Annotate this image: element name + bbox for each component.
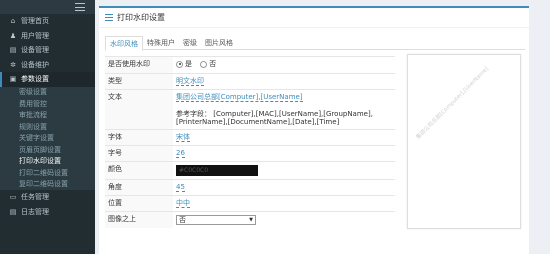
text-reference-fields: 参考字段： [Computer],[MAC],[UserName],[Group… bbox=[176, 109, 373, 126]
task-icon: ▭ bbox=[9, 193, 17, 202]
font-label: 字体 bbox=[105, 128, 173, 145]
tab-security-level[interactable]: 密级 bbox=[179, 36, 201, 50]
text-label: 文本 bbox=[105, 88, 173, 129]
main-content: 打印水印设置 水印风格 特殊用户 密级 图片风格 是否使用水印 是 否 类型 明… bbox=[95, 0, 550, 254]
submenu-item-copy-qrcode[interactable]: 复印二维码设置 bbox=[0, 179, 95, 191]
sidebar-item-label: 管理首页 bbox=[21, 17, 49, 26]
panel-header: 打印水印设置 bbox=[99, 8, 529, 28]
sidebar-item-label: 用户管理 bbox=[21, 31, 49, 40]
sidebar-item-label: 任务管理 bbox=[21, 193, 49, 202]
chevron-down-icon: ▼ bbox=[249, 216, 253, 223]
size-value[interactable]: 26 bbox=[176, 149, 185, 158]
sidebar-item-devices[interactable]: ▤ 设备管理 bbox=[0, 43, 95, 58]
submenu-item-cost-control[interactable]: 费用管控 bbox=[0, 98, 95, 110]
radio-yes[interactable]: 是 bbox=[176, 60, 192, 68]
above-image-label: 图像之上 bbox=[105, 210, 173, 228]
size-label: 字号 bbox=[105, 144, 173, 161]
type-label: 类型 bbox=[105, 72, 173, 89]
form-row-enable: 是否使用水印 是 否 bbox=[105, 56, 395, 73]
hamburger-menu-icon[interactable] bbox=[75, 3, 85, 11]
sidebar-item-home[interactable]: ⌂ 管理首页 bbox=[0, 14, 95, 29]
tab-bar: 水印风格 特殊用户 密级 图片风格 bbox=[105, 36, 525, 51]
sidebar-item-label: 设备维护 bbox=[21, 60, 49, 69]
sidebar: ⌂ 管理首页 ♟ 用户管理 ▤ 设备管理 ✲ 设备维护 ▣ 参数设置 密级设置 … bbox=[0, 0, 95, 254]
watermark-form: 是否使用水印 是 否 类型 明文水印 文本 集团公司总部[Computer],[… bbox=[105, 56, 395, 228]
sidebar-item-settings[interactable]: ▣ 参数设置 bbox=[0, 72, 95, 87]
form-row-type: 类型 明文水印 bbox=[105, 72, 395, 89]
settings-panel: 打印水印设置 水印风格 特殊用户 密级 图片风格 是否使用水印 是 否 类型 明… bbox=[99, 6, 529, 254]
form-row-color: 颜色 #C0C0C0 bbox=[105, 160, 395, 179]
radio-yes-label: 是 bbox=[185, 60, 192, 68]
sidebar-item-users[interactable]: ♟ 用户管理 bbox=[0, 29, 95, 44]
color-label: 颜色 bbox=[105, 160, 173, 179]
radio-dot bbox=[200, 60, 208, 68]
form-row-size: 字号 26 bbox=[105, 144, 395, 161]
submenu-item-header-footer[interactable]: 页眉页脚设置 bbox=[0, 144, 95, 156]
type-value[interactable]: 明文水印 bbox=[176, 77, 204, 86]
submenu-item-security-level[interactable]: 密级设置 bbox=[0, 87, 95, 99]
settings-submenu: 密级设置 费用管控 审批流程 规则设置 关键字设置 页眉页脚设置 打印水印设置 … bbox=[0, 86, 95, 191]
tab-special-users[interactable]: 特殊用户 bbox=[143, 36, 179, 50]
radio-no-label: 否 bbox=[209, 60, 217, 68]
wrench-icon: ✲ bbox=[10, 60, 16, 69]
angle-value[interactable]: 45 bbox=[176, 183, 185, 192]
submenu-item-print-watermark[interactable]: 打印水印设置 bbox=[0, 156, 95, 168]
enable-label: 是否使用水印 bbox=[105, 56, 173, 73]
device-icon: ▤ bbox=[9, 46, 17, 55]
radio-no[interactable]: 否 bbox=[200, 60, 216, 68]
sidebar-item-label: 日志管理 bbox=[21, 207, 49, 216]
position-label: 位置 bbox=[105, 194, 173, 211]
color-picker[interactable]: #C0C0C0 bbox=[176, 164, 258, 176]
home-icon: ⌂ bbox=[10, 17, 16, 26]
position-value[interactable]: 中中 bbox=[176, 199, 190, 208]
above-image-value: 否 bbox=[179, 215, 186, 224]
sidebar-item-label: 设备管理 bbox=[21, 46, 49, 55]
radio-dot-selected bbox=[176, 60, 183, 68]
sidebar-item-logs[interactable]: ▤ 日志管理 bbox=[0, 205, 95, 220]
form-row-font: 字体 宋体 bbox=[105, 128, 395, 145]
submenu-item-rules[interactable]: 规则设置 bbox=[0, 121, 95, 133]
submenu-item-keywords[interactable]: 关键字设置 bbox=[0, 133, 95, 145]
submenu-item-approval-flow[interactable]: 审批流程 bbox=[0, 110, 95, 122]
sidebar-top-bar bbox=[0, 0, 95, 14]
sidebar-item-label: 参数设置 bbox=[21, 75, 49, 84]
tab-watermark-style[interactable]: 水印风格 bbox=[105, 36, 143, 51]
font-value[interactable]: 宋体 bbox=[176, 133, 190, 142]
preview-watermark-text: 集团公司总部[Computer],[UserName] bbox=[415, 66, 490, 141]
sidebar-item-tasks[interactable]: ▭ 任务管理 bbox=[0, 190, 95, 205]
settings-icon: ▣ bbox=[9, 75, 17, 84]
tab-image-style[interactable]: 图片风格 bbox=[201, 36, 237, 50]
watermark-preview: 集团公司总部[Computer],[UserName] bbox=[407, 54, 521, 229]
users-icon: ♟ bbox=[9, 31, 17, 40]
sidebar-item-maintenance[interactable]: ✲ 设备维护 bbox=[0, 58, 95, 73]
log-icon: ▤ bbox=[9, 207, 17, 216]
submenu-item-print-qrcode[interactable]: 打印二维码设置 bbox=[0, 167, 95, 179]
list-icon bbox=[105, 14, 113, 21]
form-row-position: 位置 中中 bbox=[105, 194, 395, 211]
text-value[interactable]: 集团公司总部[Computer],[UserName] bbox=[176, 93, 303, 102]
page-title: 打印水印设置 bbox=[117, 13, 165, 22]
above-image-select[interactable]: 否 ▼ bbox=[176, 214, 256, 225]
angle-label: 角度 bbox=[105, 178, 173, 195]
form-row-above-image: 图像之上 否 ▼ bbox=[105, 210, 395, 228]
form-row-angle: 角度 45 bbox=[105, 178, 395, 195]
form-row-text: 文本 集团公司总部[Computer],[UserName] 参考字段： [Co… bbox=[105, 88, 395, 129]
